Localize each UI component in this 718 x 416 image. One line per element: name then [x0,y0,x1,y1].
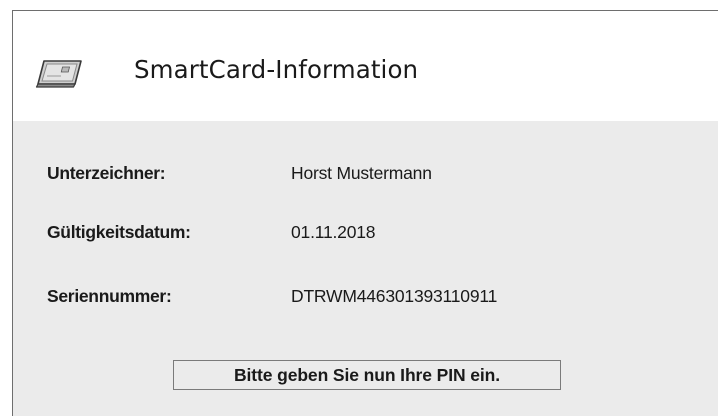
smartcard-reader-icon [35,57,85,89]
signer-value: Horst Mustermann [291,163,432,183]
signer-label: Unterzeichner: [47,163,166,183]
dialog-title: SmartCard-Information [134,55,419,84]
serial-number-value: DTRWM446301393110911 [291,286,498,306]
pin-prompt-message: Bitte geben Sie nun Ihre PIN ein. [173,360,561,390]
smartcard-info-dialog: SmartCard-Information Unterzeichner: Hor… [12,10,718,416]
validity-date-value: 01.11.2018 [291,222,376,242]
validity-date-label: Gültigkeitsdatum: [47,222,191,242]
serial-number-label: Seriennummer: [47,286,172,306]
dialog-header: SmartCard-Information [13,11,718,121]
